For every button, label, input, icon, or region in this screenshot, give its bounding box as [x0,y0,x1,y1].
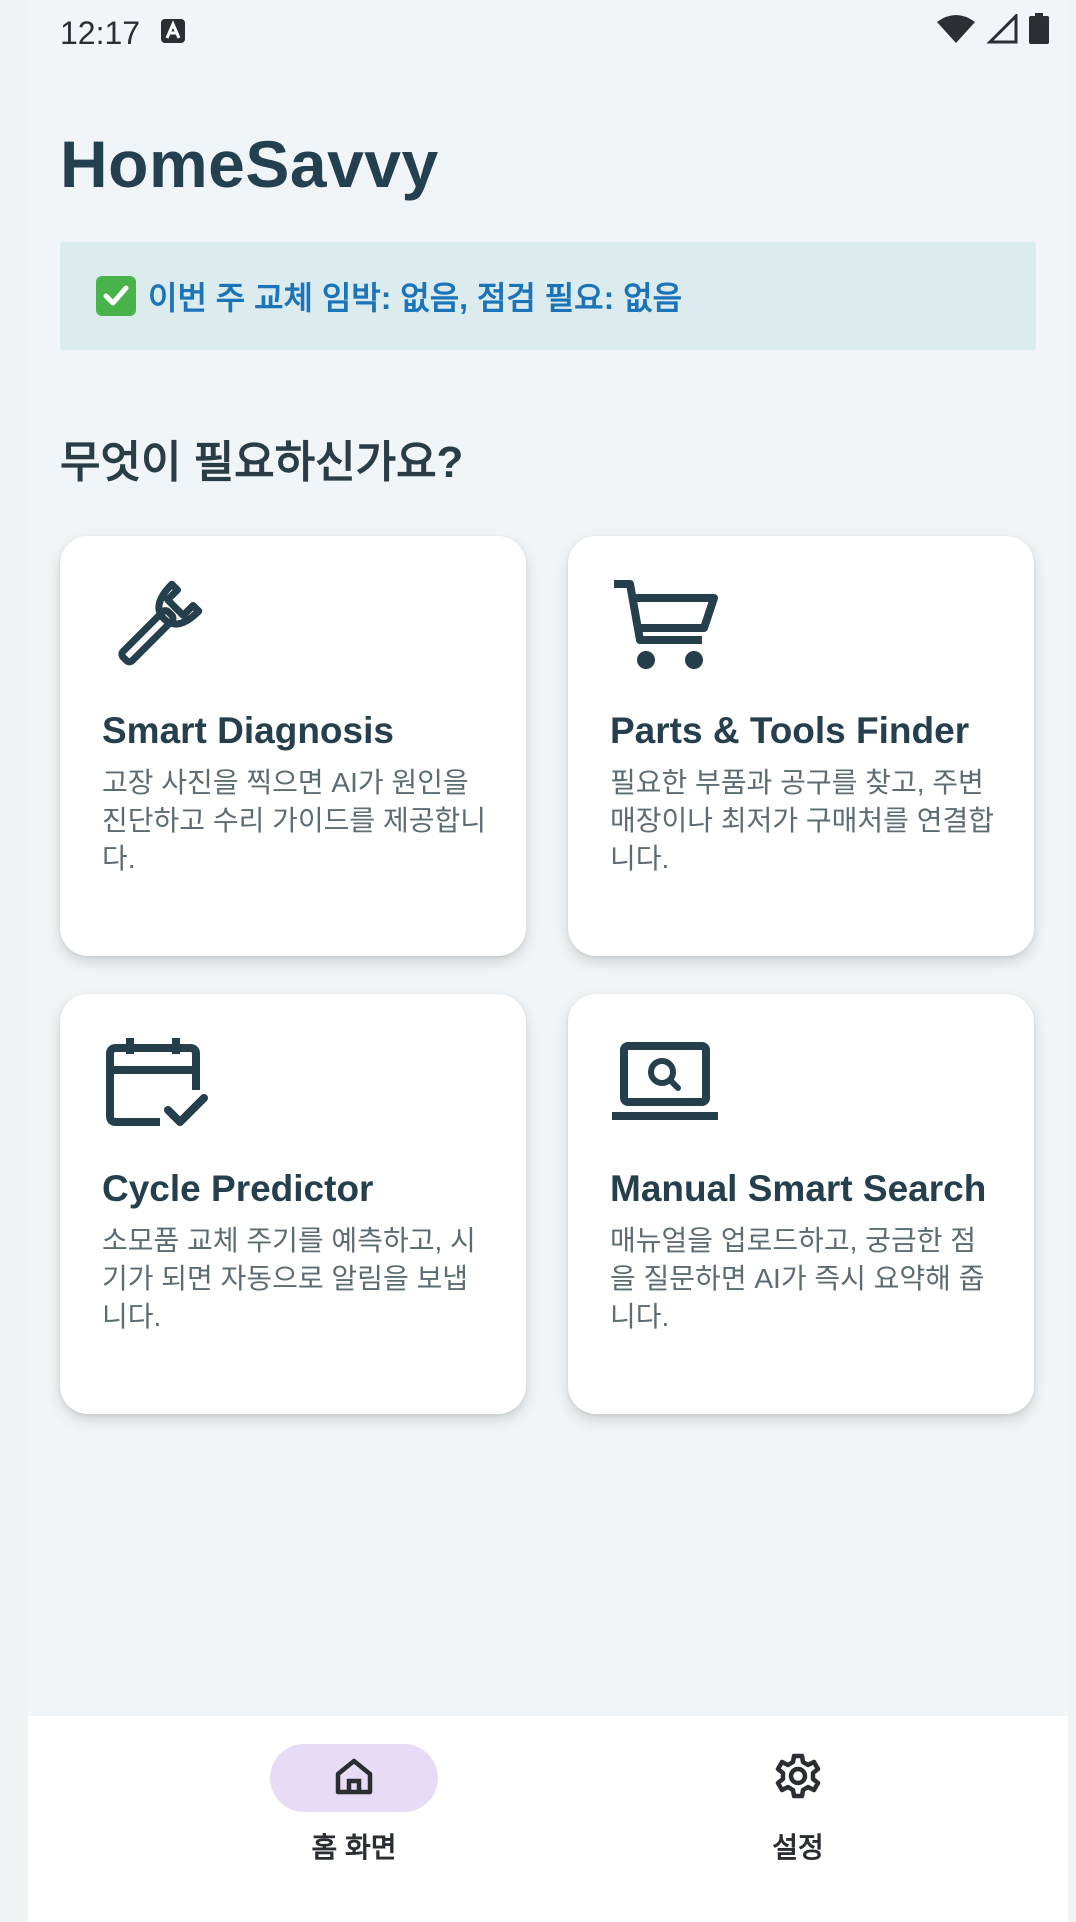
card-description: 매뉴얼을 업로드하고, 궁금한 점을 질문하면 AI가 즉시 요약해 줍니다. [610,1225,985,1332]
battery-icon [1028,13,1050,53]
card-title: Manual Smart Search [610,1168,987,1209]
wifi-icon [936,14,976,52]
card-title: Parts & Tools Finder [610,710,970,751]
app-title: HomeSavvy [60,127,439,201]
nav-item-settings[interactable]: 설정 [668,1744,928,1866]
card-title: Cycle Predictor [102,1168,374,1209]
card-description: 필요한 부품과 공구를 찾고, 주변 매장이나 최저가 구매처를 연결합니다. [610,767,994,874]
card-smart-diagnosis[interactable]: Smart Diagnosis 고장 사진을 찍으면 AI가 원인을 진단하고 … [60,536,526,956]
card-parts-tools-finder[interactable]: Parts & Tools Finder 필요한 부품과 공구를 찾고, 주변 … [568,536,1034,956]
status-banner: 이번 주 교체 임박: 없음, 점검 필요: 없음 [60,242,1036,350]
card-title: Smart Diagnosis [102,710,394,751]
home-icon [332,1754,376,1803]
banner-text: 이번 주 교체 임박: 없음, 점검 필요: 없음 [148,280,683,316]
card-description: 소모품 교체 주기를 예측하고, 시기가 되면 자동으로 알림을 보냅니다. [102,1225,476,1332]
card-cycle-predictor[interactable]: Cycle Predictor 소모품 교체 주기를 예측하고, 시기가 되면 … [60,994,526,1414]
shopping-cart-icon [610,578,720,674]
nav-label-settings: 설정 [772,1832,824,1863]
check-mark-icon [96,276,136,316]
calendar-check-icon [102,1036,212,1132]
wrench-icon [102,578,212,674]
card-manual-smart-search[interactable]: Manual Smart Search 매뉴얼을 업로드하고, 궁금한 점을 질… [568,994,1034,1414]
nav-label-home: 홈 화면 [311,1832,397,1863]
status-time: 12:17 [60,14,141,51]
bottom-navigation: 홈 화면 설정 [28,1716,1068,1922]
section-title: 무엇이 필요하신가요? [60,438,464,487]
card-description: 고장 사진을 찍으면 AI가 원인을 진단하고 수리 가이드를 제공합니다. [102,767,486,874]
nav-pill[interactable] [714,1744,882,1812]
cell-signal-icon [986,12,1018,52]
laptop-search-icon [610,1036,720,1132]
gear-icon [774,1752,822,1805]
status-bar: 12:17 [60,10,1050,56]
nav-item-home[interactable]: 홈 화면 [224,1744,484,1866]
app-screen: 12:17 HomeSavvy 이번 주 교체 임박: 없음, 점검 필요: 없… [28,0,1068,1922]
nav-active-indicator[interactable] [270,1744,438,1812]
notification-a-icon [160,15,186,52]
